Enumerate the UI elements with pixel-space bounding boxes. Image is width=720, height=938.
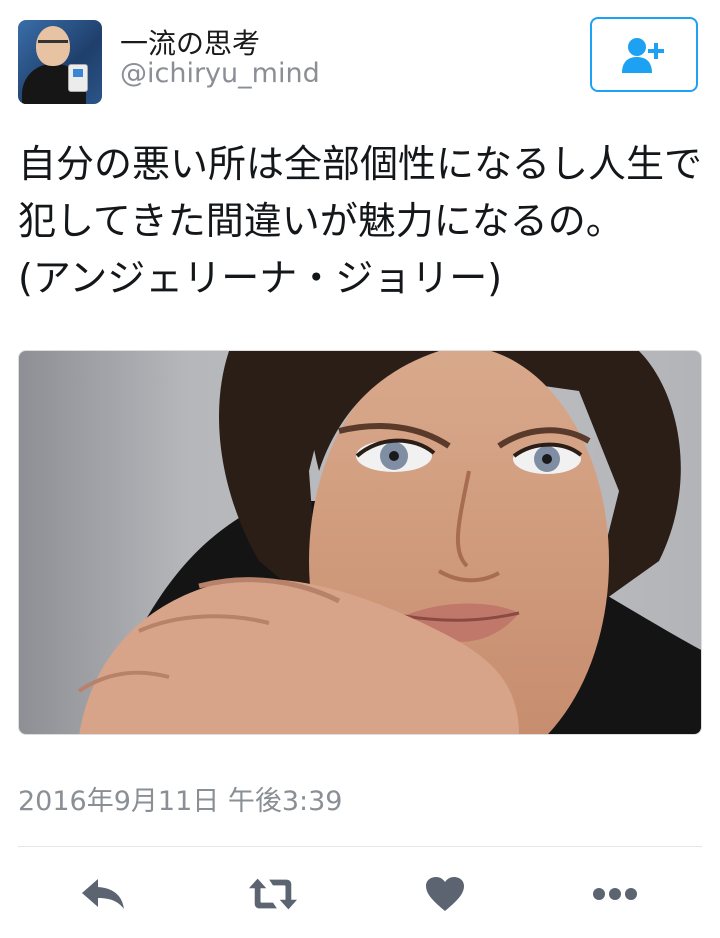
avatar-device (68, 64, 88, 92)
user-display-name[interactable]: 一流の思考 (120, 22, 260, 62)
user-avatar[interactable] (18, 20, 102, 104)
user-handle[interactable]: @ichiryu_mind (120, 58, 320, 89)
reply-icon (82, 879, 124, 909)
more-button[interactable] (590, 872, 640, 916)
avatar-figure-glasses (38, 40, 68, 49)
photo-illustration (77, 351, 701, 734)
more-icon (593, 888, 637, 900)
like-button[interactable] (420, 872, 470, 916)
add-user-icon (622, 37, 664, 73)
retweet-icon (248, 878, 298, 910)
retweet-button[interactable] (248, 872, 298, 916)
follow-button[interactable] (590, 17, 698, 92)
tweet-photo[interactable] (18, 350, 702, 735)
heart-icon (426, 877, 464, 911)
tweet-text-line: 犯してきた間違いが魅力になるの。 (18, 199, 624, 243)
reply-button[interactable] (78, 872, 128, 916)
tweet-text: 自分の悪い所は全部個性になるし人生で 犯してきた間違いが魅力になるの。 (アンジ… (18, 136, 708, 307)
tweet-timestamp[interactable]: 2016年9月11日 午後3:39 (18, 779, 342, 818)
tweet-text-line: 自分の悪い所は全部個性になるし人生で (18, 142, 703, 186)
tweet-text-line: (アンジェリーナ・ジョリー) (18, 256, 503, 300)
divider (18, 846, 702, 847)
